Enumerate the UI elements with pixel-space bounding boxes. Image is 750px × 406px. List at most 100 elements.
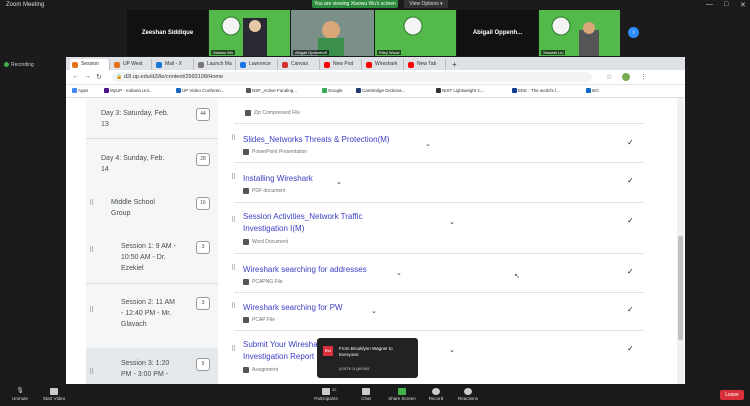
zoom-toolbar: 🎙 Unmute Start Video Participants 32 Chat…	[0, 386, 750, 406]
topic-title-link[interactable]: Wireshark searching for addresses	[243, 264, 367, 276]
browser-tab[interactable]: Wireshark	[364, 59, 404, 70]
drag-handle-icon[interactable]: ⠿	[89, 368, 94, 376]
participant-name: Abigail Opdenhoff	[293, 50, 329, 55]
toc-item-count: 44	[196, 108, 210, 121]
topic-title-link[interactable]: Slides_Networks Threats & Protection(M)	[243, 134, 390, 146]
topic-type: PCAPNG File	[243, 279, 283, 285]
drag-handle-icon[interactable]: ⠿	[231, 345, 236, 353]
bookmark-favicon-icon	[176, 88, 181, 94]
toc-item-label: Session 1: 9 AM -10:50 AM - Dr. Ezekiel	[121, 243, 176, 272]
browser-menu-icon[interactable]: ⋮	[640, 73, 647, 81]
chevron-down-icon[interactable]: ⌄	[336, 178, 342, 186]
browser-tab[interactable]: Session	[70, 59, 110, 70]
close-icon[interactable]: ✕	[740, 1, 746, 9]
bookmark-item[interactable]: UP Video Conferen...	[176, 88, 224, 94]
bookmark-item[interactable]: NIST Lightweight C...	[436, 88, 484, 94]
checkmark-icon: ✓	[627, 216, 634, 225]
divider	[234, 292, 644, 293]
scrollbar-thumb[interactable]	[678, 236, 683, 340]
topic-title-link[interactable]: Installing Wireshark	[243, 173, 313, 185]
bookmark-item[interactable]: Apps	[72, 88, 88, 94]
sender-avatar: BW	[323, 346, 333, 356]
powerpoint-icon	[243, 149, 249, 155]
drag-handle-icon[interactable]: ⠿	[231, 173, 236, 181]
participant-tile[interactable]: Xiaowei Liu	[539, 10, 620, 56]
chevron-down-icon[interactable]: ⌄	[371, 307, 377, 315]
drag-handle-icon[interactable]: ⠿	[231, 302, 236, 310]
minimize-icon[interactable]: —	[706, 1, 713, 8]
notification-message: you're a genius	[339, 366, 370, 371]
drag-handle-icon[interactable]: ⠿	[231, 264, 236, 272]
participant-name: Riley Wood	[377, 50, 402, 55]
drag-handle-icon[interactable]: ⠿	[89, 306, 94, 314]
file-icon	[243, 279, 249, 285]
topic-type: Word Document	[243, 239, 288, 245]
start-video-button[interactable]: Start Video	[34, 388, 74, 401]
maximize-icon[interactable]: □	[724, 1, 728, 8]
browser-tab[interactable]: New Tab	[406, 59, 446, 70]
browser-tab-bar: Session UP West Mail - X Launch Ma Lawre…	[66, 57, 685, 70]
checkmark-icon: ✓	[627, 267, 634, 276]
participant-tile[interactable]: Xiaowu Wu	[209, 10, 290, 56]
bookmark-item[interactable]: Cambridge Dictiona...	[356, 88, 405, 94]
url-input[interactable]: 🔒 d2l.up.edu/d2l/le/content/2993108/Home	[112, 72, 592, 82]
back-icon[interactable]: ←	[72, 73, 79, 80]
drag-handle-icon[interactable]: ⠿	[231, 134, 236, 142]
tab-favicon-icon	[240, 62, 246, 68]
view-options-button[interactable]: View Options ▾	[404, 0, 448, 8]
topic-title-link[interactable]: Wireshark searching for PW	[243, 302, 343, 314]
bookmark-favicon-icon	[512, 88, 517, 94]
address-bar-row: ← → ↻ 🔒 d2l.up.edu/d2l/le/content/299310…	[66, 70, 685, 85]
chat-notification[interactable]: BW From Brooklynn Wagner to Everyone: you…	[317, 338, 418, 378]
leave-button[interactable]: Leave	[720, 390, 744, 400]
bookmark-star-icon[interactable]: ☆	[606, 73, 612, 81]
bookmark-item[interactable]: NSF_Active Funding...	[246, 88, 297, 94]
chevron-down-icon[interactable]: ⌄	[396, 269, 402, 277]
chevron-down-icon[interactable]: ⌄	[449, 346, 455, 354]
next-participants-icon[interactable]: ›	[628, 27, 639, 38]
participant-tile[interactable]: Abigail Oppenh...	[457, 10, 538, 56]
bookmark-item[interactable]: EEE · The world's l...	[512, 88, 560, 94]
topic-type: Assignment	[243, 367, 278, 373]
bookmark-item[interactable]: Google	[322, 88, 343, 94]
participants-button[interactable]: Participants	[306, 388, 346, 401]
reactions-button[interactable]: Reactions	[448, 388, 488, 401]
topic-title-link[interactable]: Session Activities_Network Traffic Invest…	[243, 211, 362, 235]
participant-name: Xiaowei Liu	[541, 50, 566, 55]
browser-tab[interactable]: Lawrence	[238, 59, 278, 70]
reload-icon[interactable]: ↻	[96, 73, 102, 81]
chevron-down-icon[interactable]: ⌄	[449, 218, 455, 226]
profile-avatar[interactable]	[622, 73, 630, 81]
drag-handle-icon[interactable]: ⠿	[231, 216, 236, 224]
new-tab-button[interactable]: +	[450, 59, 462, 70]
chat-button[interactable]: Chat	[346, 388, 386, 401]
participant-tile[interactable]: Zeeshan Siddique	[127, 10, 208, 56]
bookmark-item[interactable]: IEC	[586, 88, 600, 94]
bookmark-item[interactable]: MyUP · Indiana Uni...	[104, 88, 153, 94]
drag-handle-icon[interactable]: ⠿	[89, 199, 94, 207]
word-icon	[243, 239, 249, 245]
tab-favicon-icon	[366, 62, 372, 68]
lock-icon: 🔒	[116, 74, 123, 80]
participant-tile[interactable]: Riley Wood	[375, 10, 456, 56]
checkmark-icon: ✓	[627, 176, 634, 185]
toc-item-label: Middle School Group	[111, 199, 155, 217]
divider	[234, 253, 644, 254]
participant-name: Zeeshan Siddique	[141, 30, 194, 36]
bookmarks-bar: Apps MyUP · Indiana Uni... UP Video Conf…	[66, 85, 685, 98]
browser-tab[interactable]: New Pod	[322, 59, 362, 70]
forward-icon[interactable]: →	[84, 73, 91, 80]
browser-tab[interactable]: Launch Ma	[196, 59, 236, 70]
browser-tab[interactable]: Mail - X	[154, 59, 194, 70]
toc-item-count: 16	[196, 197, 210, 210]
bookmark-favicon-icon	[322, 88, 327, 94]
tab-favicon-icon	[72, 62, 78, 68]
browser-tab[interactable]: UP West	[112, 59, 152, 70]
chevron-down-icon[interactable]: ⌄	[425, 140, 431, 148]
recording-indicator: Recording	[4, 62, 34, 68]
checkmark-icon: ✓	[627, 138, 634, 147]
participant-tile[interactable]: Abigail Opdenhoff	[291, 10, 374, 56]
browser-tab[interactable]: Canvas	[280, 59, 320, 70]
tab-favicon-icon	[156, 62, 162, 68]
drag-handle-icon[interactable]: ⠿	[89, 246, 94, 254]
